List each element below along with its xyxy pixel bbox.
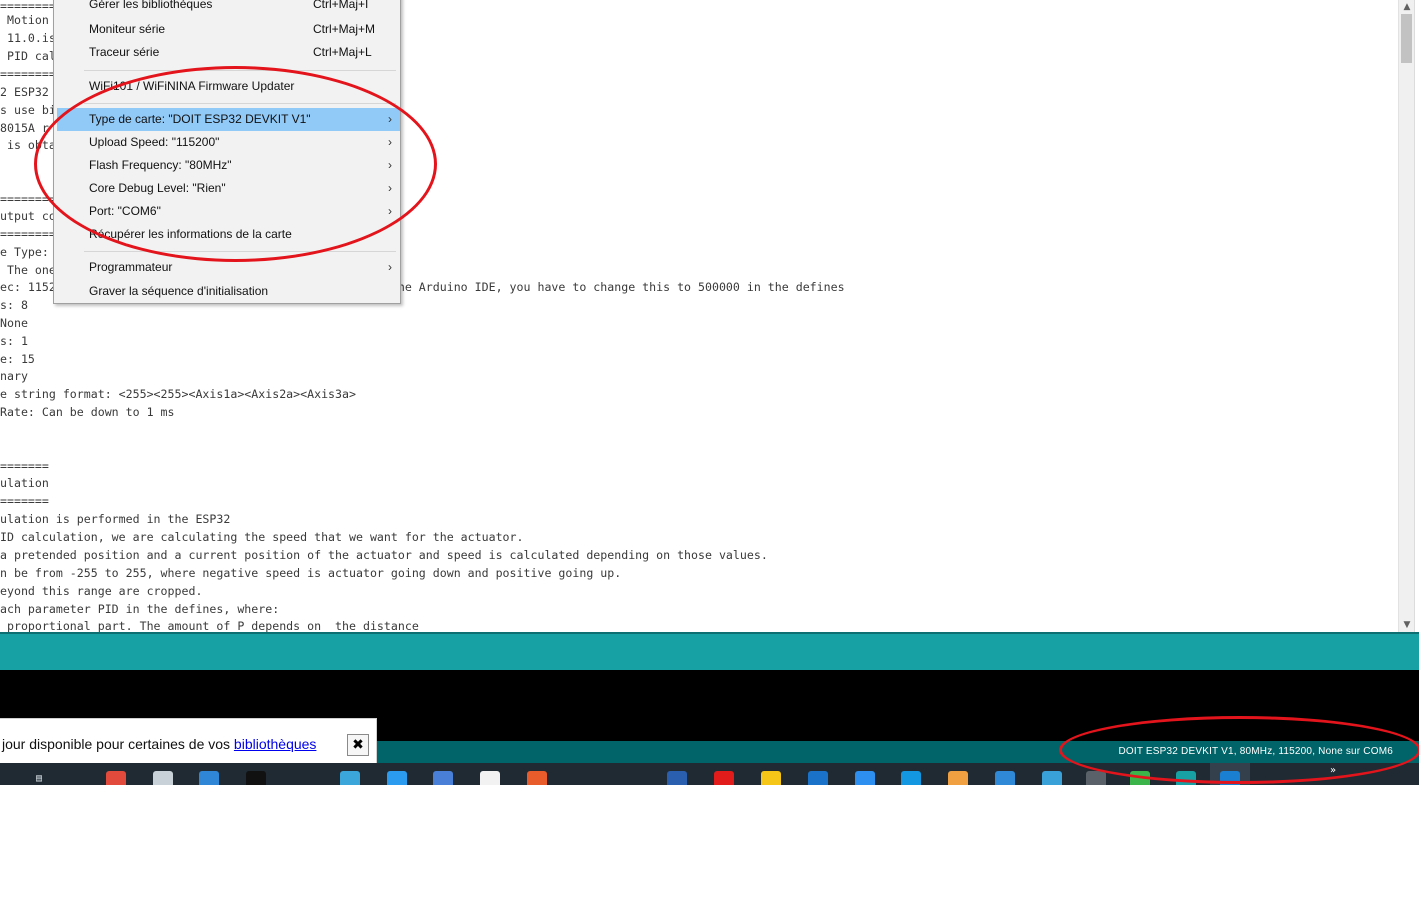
app-circle-blue-icon[interactable] <box>855 771 875 785</box>
code-line: 8015A r <box>0 121 49 135</box>
netflix-icon[interactable] <box>246 771 266 785</box>
printer-icon[interactable] <box>153 771 173 785</box>
notification-text: jour disponible pour certaines de vos bi… <box>2 736 316 752</box>
code-line: ulation <box>0 476 49 490</box>
arduino-ide-window: ========= Motion 11.0.is PID cal ========… <box>0 0 1419 785</box>
code-line: nary <box>0 369 28 383</box>
task-view-icon[interactable]: ▤ <box>36 773 42 784</box>
code-line: Motion <box>0 13 49 27</box>
app-s-icon[interactable] <box>901 771 921 785</box>
app-orange-2-icon[interactable] <box>948 771 968 785</box>
twitter-icon[interactable] <box>387 771 407 785</box>
code-line: ID calculation, we are calculating the s… <box>0 530 524 544</box>
code-line: ulation is performed in the ESP32 <box>0 512 231 526</box>
scrollbar-thumb[interactable] <box>1401 14 1412 63</box>
code-line: 11.0.is <box>0 31 56 45</box>
menu-item-label: Graver la séquence d'initialisation <box>89 283 269 298</box>
code-line: ach parameter PID in the defines, where: <box>0 602 280 616</box>
app-window-icon[interactable] <box>808 771 828 785</box>
edge-icon[interactable] <box>995 771 1015 785</box>
code-line: proportional part. The amount of P depen… <box>0 619 419 632</box>
notification-message: jour disponible pour certaines de vos <box>2 736 234 752</box>
library-update-notification: jour disponible pour certaines de vos bi… <box>0 718 377 764</box>
menu-item-label: Programmateur <box>89 259 173 274</box>
menu-serial-plotter[interactable]: Traceur série Ctrl+Maj+L <box>54 41 400 64</box>
app-green-hex-icon[interactable] <box>574 771 594 785</box>
code-line: s use bi <box>0 103 56 117</box>
app-green-hex-2-icon[interactable] <box>621 771 641 785</box>
app-yellow-icon[interactable] <box>761 771 781 785</box>
code-line: a pretended position and a current posit… <box>0 548 768 562</box>
prime-video-icon[interactable] <box>293 771 313 785</box>
mail-icon[interactable] <box>199 771 219 785</box>
code-line: 2 ESP32 <box>0 85 49 99</box>
app-blue-square-icon[interactable] <box>667 771 687 785</box>
code-line: None <box>0 316 28 330</box>
menu-item-shortcut: Ctrl+Maj+M <box>313 21 376 36</box>
scroll-up-icon[interactable]: ▲ <box>1399 0 1415 14</box>
app-gray-icon[interactable] <box>1086 771 1106 785</box>
code-line: e: 15 <box>0 352 35 366</box>
menu-serial-monitor[interactable]: Moniteur série Ctrl+Maj+M <box>54 18 400 41</box>
window-edge <box>1414 0 1419 632</box>
code-line: eyond this range are cropped. <box>0 584 203 598</box>
code-line: n be from -255 to 255, where negative sp… <box>0 566 622 580</box>
amazon-icon[interactable] <box>480 771 500 785</box>
code-line: PID cal <box>0 49 56 63</box>
menu-item-label: Moniteur série <box>89 21 166 36</box>
code-line: s: 1 <box>0 334 28 348</box>
code-line: Rate: Can be down to 1 ms <box>0 405 175 419</box>
code-line: e Type: <box>0 245 49 259</box>
vertical-scrollbar[interactable]: ▲ ▼ <box>1398 0 1415 632</box>
code-line: ======= <box>0 494 49 508</box>
menu-burn-bootloader[interactable]: Graver la séquence d'initialisation <box>54 280 400 303</box>
app-orange-icon[interactable] <box>527 771 547 785</box>
menu-manage-libraries[interactable]: Gérer les bibliothèques Ctrl+Maj+I <box>54 0 400 16</box>
code-line: ======= <box>0 459 49 473</box>
menu-item-shortcut: Ctrl+Maj+L <box>313 44 372 59</box>
code-line: utput co <box>0 209 56 223</box>
menu-item-label: Gérer les bibliothèques <box>89 0 213 11</box>
libraries-link[interactable]: bibliothèques <box>234 736 317 752</box>
docs-icon[interactable] <box>433 771 453 785</box>
menu-item-label: Traceur série <box>89 44 160 59</box>
code-line: s: 8 <box>0 298 28 312</box>
annotation-ellipse-status <box>1059 716 1419 784</box>
whatsapp-icon[interactable] <box>340 771 360 785</box>
message-bar <box>0 632 1419 672</box>
youtube-icon[interactable] <box>714 771 734 785</box>
annotation-ellipse-menu <box>34 66 437 262</box>
app-store-icon[interactable] <box>1042 771 1062 785</box>
code-line: e string format: <255><255><Axis1a><Axis… <box>0 387 356 401</box>
close-icon[interactable]: ✖ <box>347 734 369 756</box>
scroll-down-icon[interactable]: ▼ <box>1399 618 1415 632</box>
chrome-icon[interactable] <box>106 771 126 785</box>
code-line: The one <box>0 263 56 277</box>
menu-item-shortcut: Ctrl+Maj+I <box>313 0 369 11</box>
chevron-right-icon: › <box>388 259 392 274</box>
